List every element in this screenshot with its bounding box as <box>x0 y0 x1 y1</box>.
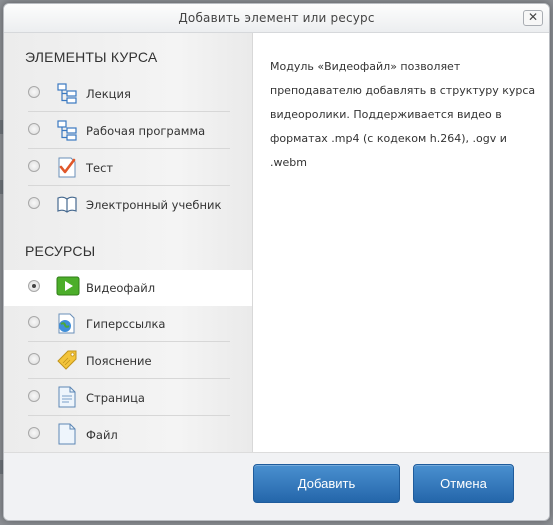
option-label-file: Файл <box>86 428 118 442</box>
separator <box>28 111 230 112</box>
separator <box>28 185 230 186</box>
description-panel: Модуль «Видеофайл» позволяет преподавате… <box>253 33 549 452</box>
option-url[interactable]: Гиперссылка <box>20 306 230 342</box>
options-list: ЭЛЕМЕНТЫ КУРСА Лекция Рабочая программа … <box>4 33 253 452</box>
separator <box>28 415 230 416</box>
add-activity-dialog: Добавить элемент или ресурс ✕ ЭЛЕМЕНТЫ К… <box>3 3 550 521</box>
radio-ebook[interactable] <box>28 197 40 209</box>
section-title-course-elements: ЭЛЕМЕНТЫ КУРСА <box>25 49 158 65</box>
dialog-title: Добавить элемент или ресурс <box>178 11 375 25</box>
module-description: Модуль «Видеофайл» позволяет преподавате… <box>270 60 536 169</box>
option-video-file[interactable]: Видеофайл <box>4 270 252 306</box>
video-file-icon <box>56 276 80 298</box>
close-icon: ✕ <box>527 10 539 24</box>
option-label-page: Страница <box>86 391 145 405</box>
radio-url[interactable] <box>28 316 40 328</box>
close-button[interactable]: ✕ <box>523 10 543 26</box>
section-title-resources: РЕСУРСЫ <box>25 243 96 259</box>
file-icon <box>56 423 78 445</box>
dialog-footer: Добавить Отмена <box>4 452 549 520</box>
option-label-quiz: Тест <box>86 161 114 175</box>
separator <box>28 148 230 149</box>
quiz-icon <box>56 156 78 178</box>
dialog-titlebar: Добавить элемент или ресурс ✕ <box>4 4 549 33</box>
radio-video-file[interactable] <box>28 280 40 292</box>
option-quiz[interactable]: Тест <box>20 150 230 186</box>
option-label-resource[interactable]: Пояснение <box>20 343 230 379</box>
option-label-label: Пояснение <box>86 354 152 368</box>
option-page[interactable]: Страница <box>20 380 230 416</box>
option-label-url: Гиперссылка <box>86 317 166 331</box>
url-icon <box>56 312 78 334</box>
book-icon <box>56 193 78 215</box>
lesson-icon <box>56 82 78 104</box>
add-button[interactable]: Добавить <box>253 464 400 503</box>
radio-page[interactable] <box>28 390 40 402</box>
radio-file[interactable] <box>28 427 40 439</box>
radio-quiz[interactable] <box>28 160 40 172</box>
option-label-video-file: Видеофайл <box>86 281 156 295</box>
option-label-lecture: Лекция <box>86 87 131 101</box>
separator <box>28 378 230 379</box>
workshop-icon <box>56 119 78 141</box>
page-icon <box>56 386 78 408</box>
radio-selected-dot <box>32 284 36 288</box>
option-ebook[interactable]: Электронный учебник <box>20 187 230 223</box>
option-label-workprogram: Рабочая программа <box>86 124 206 138</box>
label-icon <box>56 349 78 371</box>
option-label-ebook: Электронный учебник <box>86 198 222 212</box>
cancel-button[interactable]: Отмена <box>413 464 514 503</box>
option-workprogram[interactable]: Рабочая программа <box>20 113 230 149</box>
option-file[interactable]: Файл <box>20 417 230 452</box>
radio-lecture[interactable] <box>28 86 40 98</box>
radio-label-resource[interactable] <box>28 353 40 365</box>
radio-workprogram[interactable] <box>28 123 40 135</box>
separator <box>28 341 230 342</box>
option-lecture[interactable]: Лекция <box>20 76 230 112</box>
